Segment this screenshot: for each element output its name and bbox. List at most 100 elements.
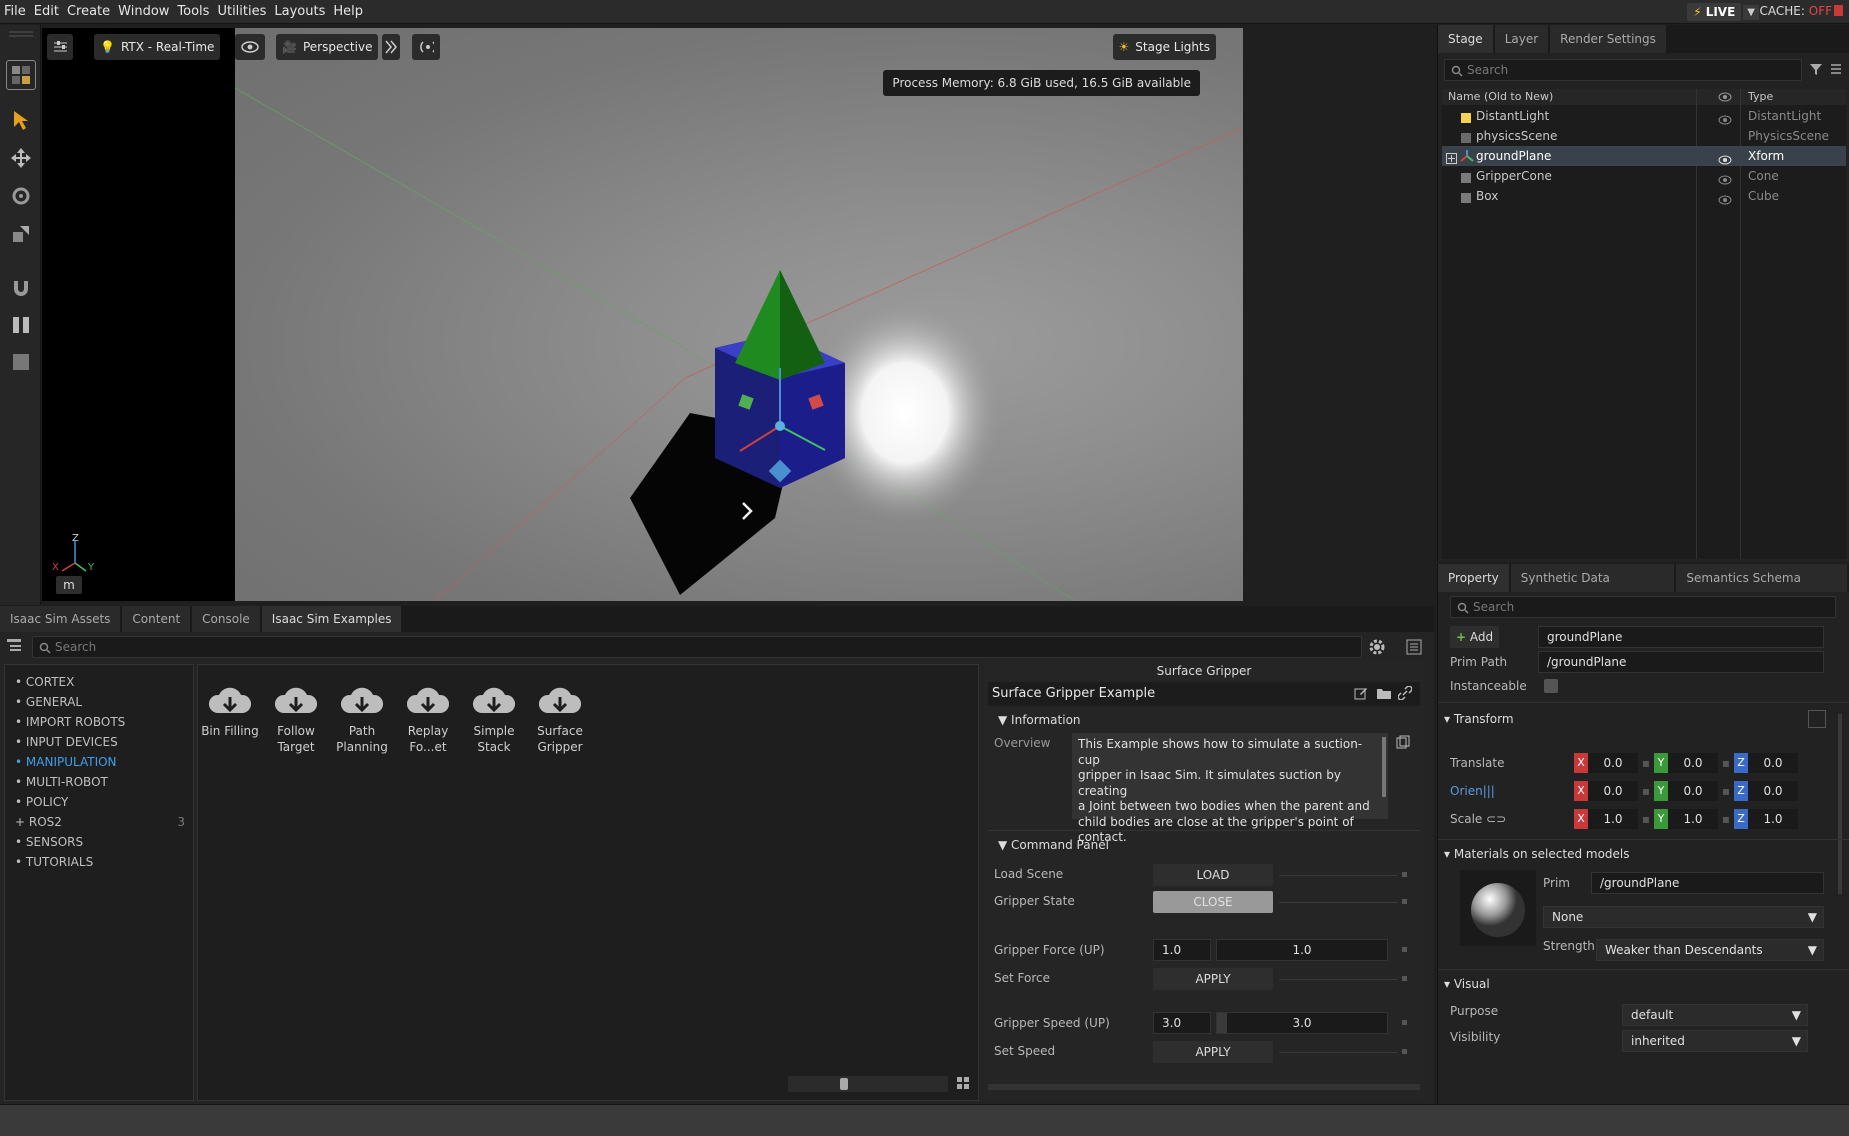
copy-icon[interactable]: [1396, 735, 1410, 752]
tab-console[interactable]: Console: [192, 606, 260, 632]
add-button[interactable]: + Add: [1450, 626, 1499, 648]
category-manipulation[interactable]: • MANIPULATION: [15, 755, 117, 769]
folder-icon[interactable]: [1376, 686, 1392, 703]
set-speed-apply-button[interactable]: APPLY: [1153, 1041, 1273, 1063]
tab-isaac-sim-assets[interactable]: Isaac Sim Assets: [0, 606, 120, 632]
move-icon[interactable]: [6, 143, 36, 173]
tree-row-groundplane[interactable]: groundPlane Xform: [1442, 146, 1846, 166]
visual-section-header[interactable]: ▾ Visual: [1444, 977, 1490, 991]
gripper-speed-slider[interactable]: 3.0: [1216, 1012, 1388, 1034]
units-m-button[interactable]: m: [56, 576, 82, 594]
example-simple-stack[interactable]: SimpleStack: [462, 683, 526, 755]
example-scrollbar[interactable]: [988, 1084, 1420, 1090]
set-force-apply-button[interactable]: APPLY: [1153, 968, 1273, 990]
thumbnail-size-slider[interactable]: [788, 1076, 948, 1092]
category-multi-robot[interactable]: • MULTI-ROBOT: [15, 775, 108, 789]
gripper-speed-field[interactable]: 3.0: [1153, 1012, 1211, 1034]
stage-search-input[interactable]: Search: [1444, 59, 1802, 81]
prim-path-field[interactable]: /groundPlane: [1538, 651, 1824, 673]
tab-synthetic-data[interactable]: Synthetic Data Record...: [1511, 564, 1675, 592]
category-tutorials[interactable]: • TUTORIALS: [15, 855, 93, 869]
live-dropdown-icon[interactable]: ▼: [1743, 5, 1759, 20]
orient-x-field[interactable]: 0.0: [1588, 781, 1638, 801]
tab-stage[interactable]: Stage: [1438, 25, 1493, 53]
link-icon[interactable]: ⊂⊃: [1486, 812, 1506, 826]
gripper-force-field[interactable]: 1.0: [1153, 939, 1211, 961]
stage-lights-dropdown[interactable]: ☀ Stage Lights: [1113, 34, 1216, 60]
orient-z-field[interactable]: 0.0: [1748, 781, 1798, 801]
broadcast-icon[interactable]: [412, 34, 440, 60]
tab-semantics-schema[interactable]: Semantics Schema Edit...: [1676, 564, 1847, 592]
example-follow-target[interactable]: FollowTarget: [264, 683, 328, 755]
renderer-dropdown[interactable]: 💡 RTX - Real-Time: [94, 34, 220, 60]
tree-view-icon[interactable]: [6, 638, 28, 658]
camera-dropdown[interactable]: 🎥 Perspective: [276, 34, 378, 60]
category-policy[interactable]: • POLICY: [15, 795, 68, 809]
command-panel-section-header[interactable]: ▼ Command Panel: [998, 838, 1109, 852]
category-input-devices[interactable]: • INPUT DEVICES: [15, 735, 118, 749]
transform-options-icon[interactable]: [1808, 710, 1826, 728]
column-visibility-eye-icon[interactable]: [1718, 91, 1732, 107]
tree-row-box[interactable]: Box Cube: [1442, 186, 1846, 206]
scale-icon[interactable]: [6, 219, 36, 249]
category-import-robots[interactable]: • IMPORT ROBOTS: [15, 715, 125, 729]
tab-render-settings[interactable]: Render Settings: [1550, 25, 1666, 53]
property-search-input[interactable]: Search: [1450, 596, 1836, 618]
menu-create[interactable]: Create: [63, 4, 114, 19]
scale-z-field[interactable]: 1.0: [1748, 809, 1798, 829]
tree-row-grippercone[interactable]: GripperCone Cone: [1442, 166, 1846, 186]
tab-content[interactable]: Content: [122, 606, 190, 632]
category-general[interactable]: • GENERAL: [15, 695, 82, 709]
category-cortex[interactable]: • CORTEX: [15, 675, 74, 689]
edit-icon[interactable]: [1354, 686, 1368, 703]
stop-icon[interactable]: [6, 347, 36, 377]
select-mode-icon[interactable]: [6, 60, 36, 90]
translate-z-field[interactable]: 0.0: [1748, 753, 1798, 773]
tree-row-distantlight[interactable]: DistantLight DistantLight: [1442, 106, 1846, 126]
scale-x-field[interactable]: 1.0: [1588, 809, 1638, 829]
menu-file[interactable]: File: [0, 4, 30, 19]
column-name-header[interactable]: Name (Old to New): [1448, 89, 1553, 105]
viewport[interactable]: 💡 RTX - Real-Time 🎥 Perspective ☀ Stage …: [42, 28, 1243, 601]
translate-y-field[interactable]: 0.0: [1668, 753, 1718, 773]
instanceable-checkbox[interactable]: [1544, 679, 1558, 693]
menu-help[interactable]: Help: [329, 4, 367, 19]
tab-layer[interactable]: Layer: [1495, 25, 1548, 53]
visibility-dropdown[interactable]: inherited▼: [1622, 1030, 1808, 1052]
material-dropdown[interactable]: None▼: [1543, 906, 1824, 928]
slider-handle[interactable]: [840, 1078, 848, 1090]
menu-utilities[interactable]: Utilities: [213, 4, 270, 19]
snap-magnet-icon[interactable]: [6, 273, 36, 303]
tab-property[interactable]: Property: [1438, 564, 1509, 592]
category-ros2[interactable]: + ROS23: [15, 815, 185, 829]
gripper-force-slider[interactable]: 1.0: [1216, 939, 1388, 961]
column-type-header[interactable]: Type: [1748, 89, 1773, 105]
filter-icon[interactable]: [1809, 62, 1823, 79]
orient-label[interactable]: Orien|||: [1450, 784, 1495, 798]
materials-section-header[interactable]: ▾ Materials on selected models: [1444, 847, 1630, 861]
overview-scrollbar[interactable]: [1382, 737, 1386, 797]
options-menu-icon[interactable]: [1829, 62, 1843, 79]
scale-y-field[interactable]: 1.0: [1668, 809, 1718, 829]
examples-search-input[interactable]: Search: [32, 636, 1362, 658]
grid-view-icon[interactable]: [956, 1076, 970, 1093]
viewport-settings-icon[interactable]: [47, 34, 73, 60]
example-path-planning[interactable]: PathPlanning: [330, 683, 394, 755]
property-scrollbar[interactable]: [1838, 714, 1842, 894]
camera-expand-icon[interactable]: [382, 34, 400, 60]
menu-layouts[interactable]: Layouts: [270, 4, 329, 19]
prim-name-field[interactable]: groundPlane: [1538, 626, 1824, 648]
category-sensors[interactable]: • SENSORS: [15, 835, 83, 849]
menu-window[interactable]: Window: [114, 4, 173, 19]
scene-render[interactable]: [235, 28, 1243, 601]
strength-dropdown[interactable]: Weaker than Descendants▼: [1596, 939, 1824, 961]
material-prim-field[interactable]: /groundPlane: [1591, 872, 1824, 894]
rotate-icon[interactable]: [6, 181, 36, 211]
select-arrow-icon[interactable]: [6, 105, 36, 135]
slider-handle[interactable]: [1217, 1013, 1227, 1033]
orient-y-field[interactable]: 0.0: [1668, 781, 1718, 801]
tree-row-physicsscene[interactable]: physicsScene PhysicsScene: [1442, 126, 1846, 146]
row-visibility-eye-icon[interactable]: [1718, 191, 1732, 211]
menu-tools[interactable]: Tools: [173, 4, 213, 19]
menu-edit[interactable]: Edit: [30, 4, 63, 19]
